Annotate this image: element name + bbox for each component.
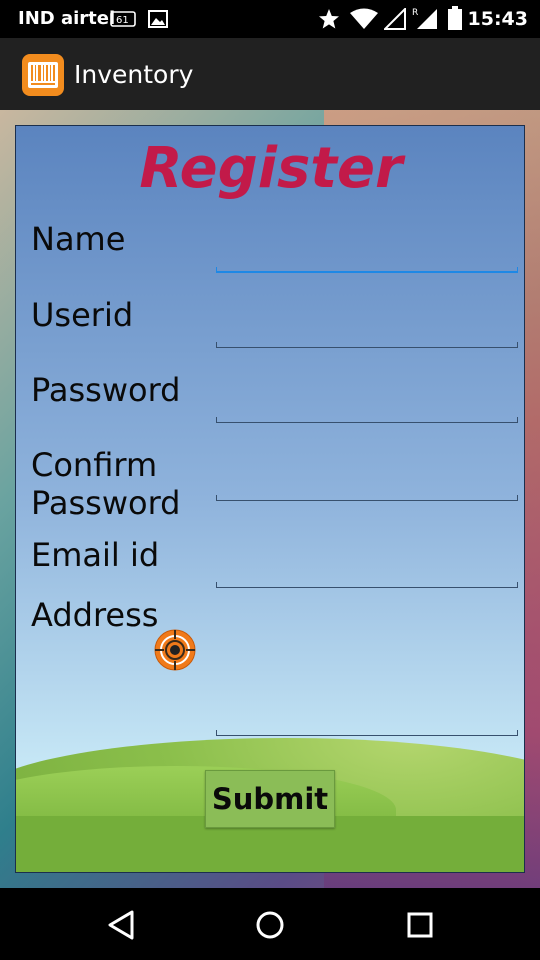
battery-icon (448, 6, 462, 34)
submit-button[interactable]: Submit (205, 770, 335, 828)
app-title: Inventory (74, 60, 194, 89)
name-label: Name (31, 220, 126, 258)
clock: 15:43 (467, 8, 528, 30)
barcode-icon (22, 54, 64, 96)
back-triangle-icon[interactable] (104, 908, 138, 942)
home-circle-icon[interactable] (253, 908, 287, 942)
gps-target-icon[interactable] (153, 628, 197, 672)
image-icon (148, 10, 168, 32)
password-field[interactable] (216, 417, 518, 423)
name-field[interactable] (216, 267, 518, 273)
page-title: Register (139, 136, 403, 201)
register-form: Register Name Userid Password Confirm Pa… (15, 125, 525, 873)
confirm-password-label: Confirm Password (31, 446, 181, 522)
navigation-bar (0, 888, 540, 960)
carrier-name: IND airtel (18, 8, 116, 29)
recents-square-icon[interactable] (403, 908, 437, 942)
nfc-icon: 61 (110, 10, 136, 32)
roaming-signal-icon: R (412, 6, 438, 34)
email-label: Email id (31, 536, 160, 574)
confirm-password-field[interactable] (216, 495, 518, 501)
userid-label: Userid (31, 296, 134, 334)
svg-text:61: 61 (116, 15, 129, 26)
address-field[interactable] (216, 730, 518, 736)
status-bar: IND airtel 61 R 15:43 (0, 0, 540, 38)
email-field[interactable] (216, 582, 518, 588)
userid-field[interactable] (216, 342, 518, 348)
svg-text:R: R (412, 8, 418, 18)
star-icon (318, 8, 340, 34)
app-bar: Inventory (0, 38, 540, 110)
password-label: Password (31, 371, 181, 409)
wifi-icon (350, 8, 378, 34)
address-label: Address (31, 596, 159, 634)
signal-icon (382, 6, 406, 34)
